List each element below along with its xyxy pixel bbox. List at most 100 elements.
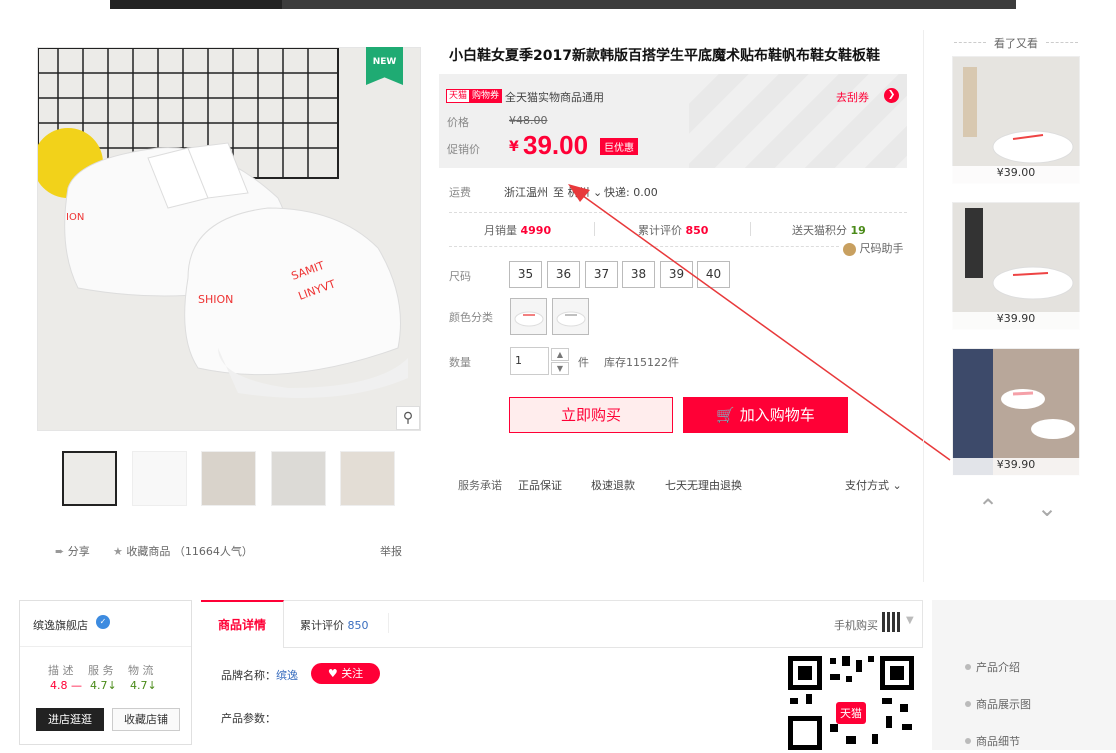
enter-shop-button[interactable]: 进店逛逛 — [36, 708, 104, 731]
big-deal-badge: 巨优惠 — [600, 138, 638, 155]
favorite-link[interactable]: ★ 收藏商品 （11664人气） — [113, 543, 253, 559]
rating-service-value: 4.7 — [90, 679, 108, 692]
star-icon: ★ — [113, 545, 123, 558]
rating-desc: 4.8 — — [50, 679, 82, 692]
column-divider — [923, 30, 924, 582]
follow-button[interactable]: ♥ 关注 — [311, 663, 380, 684]
promo-price-label: 促销价 — [447, 143, 480, 156]
service-item[interactable]: 正品保证 — [518, 477, 562, 493]
chevron-down-icon: ⌄ — [892, 479, 902, 492]
rating-service: 4.7↓ — [90, 679, 117, 692]
brand-link[interactable]: 缤逸 — [276, 669, 298, 682]
params-title: 产品参数： — [221, 712, 276, 725]
dash-icon: — — [71, 679, 82, 692]
brand-row: 品牌名称：缤逸 — [221, 667, 298, 683]
shoe-illustration: SAMIT LINYVT SHION ION — [38, 48, 420, 430]
thumbnail-2[interactable] — [132, 451, 187, 506]
monthly-sales-label: 月销量 — [484, 224, 517, 237]
shoe-thumb-icon — [953, 349, 1079, 475]
mobile-buy-label[interactable]: 手机购买 — [834, 617, 878, 633]
product-title: 小白鞋女夏季2017新款韩版百搭学生平底魔术贴布鞋帆布鞋女鞋板鞋 — [449, 48, 880, 64]
service-item[interactable]: 七天无理由退换 — [665, 477, 742, 493]
price-label: 价格 — [447, 116, 469, 129]
chevron-right-icon[interactable]: ❯ — [884, 88, 899, 103]
shoe-thumb-icon — [953, 57, 1079, 183]
zoom-icon[interactable]: ⚲ — [396, 406, 420, 430]
main-product-image[interactable]: SAMIT LINYVT SHION ION — [37, 47, 421, 431]
chevron-up-icon[interactable]: ⌃ — [977, 496, 999, 520]
quantity-input[interactable]: 1 — [510, 347, 549, 375]
shoe-thumb-icon — [953, 203, 1079, 329]
follow-label: 关注 — [341, 667, 364, 680]
see-also-item-1[interactable] — [952, 56, 1080, 184]
divider — [20, 646, 191, 647]
see-also-item-2[interactable] — [952, 202, 1080, 330]
shoe-thumb-icon — [514, 311, 544, 327]
quantity-label: 数量 — [449, 356, 471, 369]
rating-logistics: 4.7↓ — [130, 679, 157, 692]
svg-text:SHION: SHION — [198, 293, 233, 306]
see-also-item-3[interactable] — [952, 348, 1080, 476]
thumbnail-1[interactable] — [62, 451, 117, 506]
shop-info-box: 缤逸旗舰店 ✓ 描 述 服 务 物 流 4.8 — 4.7↓ 4.7↓ 进店逛逛… — [19, 600, 192, 745]
thumbnail-4[interactable] — [271, 451, 326, 506]
top-nav-bar — [110, 0, 1016, 9]
top-nav-category[interactable] — [110, 0, 282, 9]
verified-icon: ✓ — [96, 615, 110, 629]
share-link[interactable]: ➨ 分享 — [55, 543, 90, 559]
chevron-down-icon[interactable]: ⌄ — [1036, 496, 1058, 520]
detail-side-nav: 产品介绍 商品展示图 商品细节 — [932, 600, 1116, 750]
shop-name[interactable]: 缤逸旗舰店 — [33, 617, 88, 633]
see-also-title: 看了又看 — [952, 35, 1080, 51]
thumbnail-3[interactable] — [201, 451, 256, 506]
favorite-shop-button[interactable]: 收藏店铺 — [112, 708, 180, 731]
side-nav-item[interactable]: 商品展示图 — [965, 696, 1031, 712]
side-nav-item[interactable]: 产品介绍 — [965, 659, 1020, 675]
rating-label-service: 服 务 — [88, 664, 114, 677]
rating-logistics-value: 4.7 — [130, 679, 148, 692]
arrow-down-icon: ↓ — [107, 679, 117, 692]
coupon-text: 全天猫实物商品通用 — [505, 91, 604, 104]
color-label: 颜色分类 — [449, 311, 493, 324]
color-option-1[interactable] — [510, 298, 547, 335]
price-box: 天猫 购物券 全天猫实物商品通用 去刮券 ❯ 价格 ¥48.00 促销价 ¥ 3… — [439, 74, 907, 168]
shipping-from: 浙江温州 — [504, 186, 548, 199]
promo-price: 39.00 — [523, 130, 589, 160]
report-link[interactable]: 举报 — [380, 543, 402, 559]
heart-icon: ♥ — [327, 667, 338, 680]
qr-code-graphic: 天猫 — [786, 654, 916, 750]
chevron-down-icon: ▼ — [906, 615, 914, 626]
price-box-decoration — [689, 74, 907, 168]
side-nav-item[interactable]: 商品细节 — [965, 733, 1020, 749]
svg-text:ION: ION — [66, 212, 84, 223]
coupon-tag: 购物券 — [469, 89, 503, 103]
divider — [388, 613, 389, 633]
service-item[interactable]: 极速退款 — [591, 477, 635, 493]
share-icon: ➨ — [55, 545, 65, 558]
see-also-price: ¥39.00 — [952, 166, 1080, 184]
shipping-label: 运费 — [449, 186, 471, 199]
rating-desc-value: 4.8 — [50, 679, 68, 692]
tab-product-details[interactable]: 商品详情 — [201, 600, 284, 648]
qr-code: 天猫 — [786, 654, 916, 750]
service-label: 服务承诺 — [458, 479, 502, 492]
rating-label-desc: 描 述 — [48, 664, 74, 677]
thumbnail-5[interactable] — [340, 451, 395, 506]
monthly-sales-value: 4990 — [520, 224, 552, 237]
qr-code-icon[interactable] — [882, 612, 902, 632]
tab-reviews[interactable]: 累计评价 850 — [300, 617, 369, 633]
payment-methods-dropdown[interactable]: 支付方式 ⌄ — [845, 477, 902, 493]
see-also-price: ¥39.90 — [952, 312, 1080, 330]
payment-label: 支付方式 — [845, 479, 889, 492]
share-label: 分享 — [67, 545, 90, 558]
size-label: 尺码 — [449, 270, 471, 283]
svg-text:天猫: 天猫 — [840, 707, 862, 720]
get-coupon-link[interactable]: 去刮券 — [836, 89, 869, 105]
size-option[interactable]: 35 — [509, 261, 542, 288]
currency-symbol: ¥ — [509, 139, 519, 155]
monthly-sales: 月销量 4990 — [484, 222, 551, 238]
tab-reviews-count: 850 — [347, 619, 369, 632]
favorite-label: 收藏商品 （11664人气） — [126, 545, 253, 558]
see-also-price: ¥39.90 — [952, 458, 1080, 476]
rating-label-logistics: 物 流 — [128, 664, 154, 677]
